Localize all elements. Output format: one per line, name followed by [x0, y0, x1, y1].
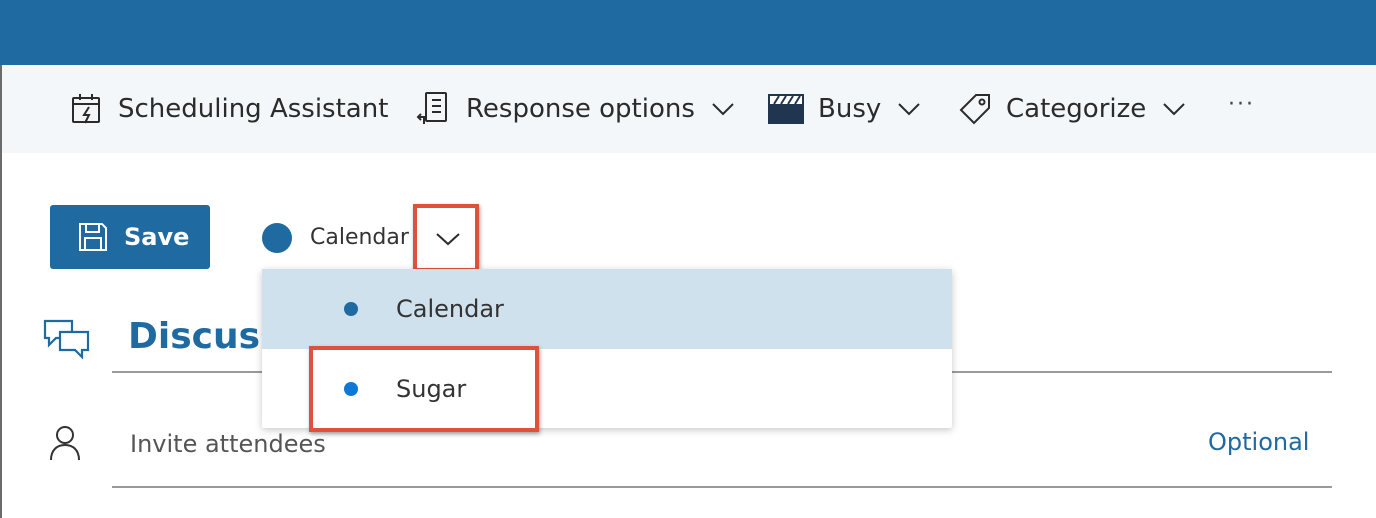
- calendar-color-dot: [262, 223, 292, 253]
- scheduling-assistant-label: Scheduling Assistant: [118, 94, 389, 124]
- more-options-button[interactable]: ···: [1228, 92, 1255, 117]
- calendar-lightning-icon: [70, 92, 104, 126]
- categorize-label: Categorize: [1006, 94, 1147, 124]
- response-options-label: Response options: [466, 94, 695, 124]
- save-icon: [78, 222, 108, 252]
- app-header-bar: [0, 0, 1376, 65]
- response-options-icon: [416, 91, 452, 127]
- busy-status-icon: [768, 94, 804, 124]
- save-button[interactable]: Save: [50, 205, 210, 269]
- chevron-down-icon: [1162, 102, 1186, 116]
- calendar-color-dot: [344, 302, 358, 316]
- categorize-button[interactable]: Categorize: [958, 65, 1186, 153]
- dropdown-option-calendar[interactable]: Calendar: [262, 269, 952, 349]
- show-as-button[interactable]: Busy: [768, 65, 921, 153]
- response-options-button[interactable]: Response options: [416, 65, 735, 153]
- show-as-label: Busy: [818, 94, 882, 124]
- scheduling-assistant-button[interactable]: Scheduling Assistant: [70, 65, 388, 153]
- chevron-down-icon: [711, 102, 735, 116]
- attendees-divider: [112, 486, 1332, 488]
- person-icon: [48, 424, 82, 466]
- tag-icon: [958, 92, 992, 126]
- dropdown-option-label: Calendar: [396, 295, 504, 323]
- chat-bubbles-icon: [42, 318, 92, 364]
- optional-attendees-link[interactable]: Optional: [1208, 428, 1309, 456]
- chevron-down-icon: [897, 102, 921, 116]
- invite-attendees-input[interactable]: Invite attendees: [130, 430, 326, 458]
- calendar-selector-label: Calendar: [310, 225, 409, 250]
- save-label: Save: [124, 223, 190, 251]
- event-title[interactable]: Discuss: [128, 316, 278, 357]
- annotation-highlight-box: [413, 204, 479, 272]
- command-toolbar: Scheduling Assistant Response options Bu…: [2, 65, 1376, 153]
- annotation-highlight-box: [309, 346, 539, 432]
